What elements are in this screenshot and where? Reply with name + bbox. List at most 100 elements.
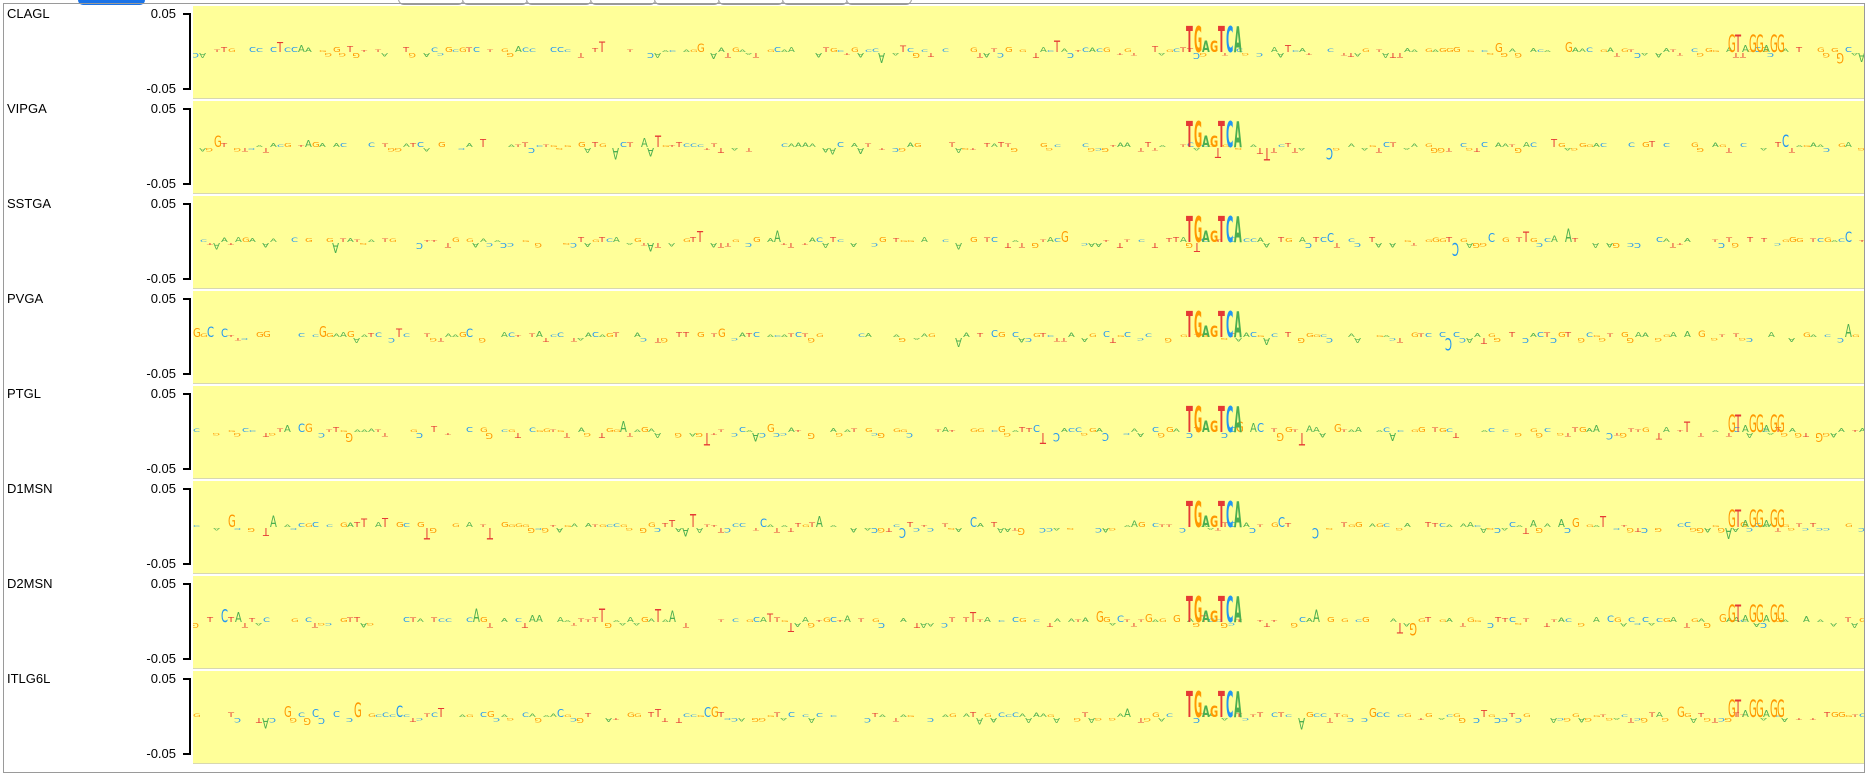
logo-area[interactable]: CGGGCCTGTACGCTTGGAAATTGCTTCGGCGTCGGTGTAG… (193, 386, 1864, 479)
logo-letter: T (1431, 523, 1439, 529)
logo-letter: G (697, 331, 705, 339)
logo-letter: C (744, 242, 752, 248)
logo-letter: T (549, 428, 557, 433)
motif-letter: A (1742, 614, 1749, 625)
track-clagl: CLAGL 0.05 -0.05 CATTGCCCTCCAAGGGGTGTTAT… (4, 4, 1864, 99)
logo-letter: A (254, 622, 262, 627)
logo-letter: C (802, 714, 809, 718)
logo-letter: C (570, 242, 577, 249)
logo-letter: T (1774, 141, 1782, 149)
logo-letter: A (417, 618, 425, 623)
logo-letter: A (1068, 331, 1075, 339)
logo-letter: G (1719, 144, 1727, 148)
logo-letter: T (662, 717, 670, 723)
logo-letter: G (1626, 335, 1634, 343)
logo-letter: A (745, 52, 752, 56)
logo-letter: A (1382, 50, 1389, 58)
logo-letter: A (1845, 322, 1852, 342)
sequence-logo-glyphs: G TC T A C GGCGC CC C G G C C C C CT CT C T A G C GCAGC AGA A C G… (193, 684, 1864, 732)
logo-letter: T (1788, 146, 1796, 154)
logo-letter: C (234, 717, 241, 724)
logo-letter: T (1424, 616, 1432, 624)
logo-letter: A (1544, 49, 1551, 53)
motif-letter: A (1202, 324, 1210, 342)
logo-letter: T (353, 521, 361, 529)
logo-letter: G (284, 143, 292, 149)
logo-letter: G (1017, 525, 1025, 536)
logo-letter: G (639, 526, 647, 534)
logo-letter: T (1494, 616, 1502, 624)
logo-letter: T (367, 333, 375, 339)
logo-letter: A (1360, 147, 1368, 151)
logo-letter: A (850, 526, 857, 534)
logo-letter: C (1397, 714, 1404, 718)
logo-letter: C (1600, 143, 1608, 149)
logo-letter: C (486, 242, 493, 247)
motif-letter: C (1226, 494, 1233, 536)
logo-letter: G (1710, 337, 1718, 341)
logo-letter: G (625, 527, 633, 531)
logo-letter: C (318, 715, 325, 724)
logo-letter: C (731, 337, 738, 342)
logo-letter: T (808, 521, 816, 529)
logo-letter: G (898, 147, 906, 152)
logo-letter: A (1859, 426, 1864, 433)
logo-letter: G (564, 145, 572, 148)
y-tick-bottom: -0.05 (146, 271, 176, 286)
logo-area[interactable]: AGGTGTCATACGTAGAACCTGGATCAGCATATTCCTGGGG… (193, 101, 1864, 194)
logo-area[interactable]: CAGCGTAACCGCCGATTATGCGTGGATTGGGGGCGTAGAA… (193, 481, 1864, 574)
logo-area[interactable]: GTCTATTACGCTGCGTTAGCTATCCCAGTACTAAAATTTT… (193, 576, 1864, 669)
logo-letter: C (1271, 333, 1278, 338)
logo-letter: C (1522, 336, 1529, 344)
logo-letter: A (1018, 337, 1025, 344)
logo-letter: T (1334, 242, 1341, 249)
logo-area[interactable]: CATTGCCCTCCAAGGGGTGTTATGACCGCGTCTGGACCCC… (193, 6, 1864, 99)
logo-letter: C (564, 49, 571, 53)
logo-letter: C (1124, 331, 1131, 339)
logo-area[interactable]: CTAATAGAAACGGATATGATGCTTTGGAACACCGGGCTAG… (193, 196, 1864, 289)
logo-letter: A (1858, 50, 1864, 64)
logo-letter: A (543, 714, 550, 717)
logo-letter: T (1375, 146, 1383, 154)
logo-letter: A (662, 49, 669, 53)
logo-area[interactable]: GGCCTTCGGCCGGAAGAATCCTCTGTAAGCGACTTATCCT… (193, 291, 1864, 384)
logo-letter: T (1669, 48, 1677, 53)
logo-letter: T (1040, 429, 1047, 447)
motif-letter: C (1226, 684, 1233, 726)
logo-letter: G (1563, 717, 1571, 722)
motif-letter: G (1777, 601, 1785, 628)
logo-letter: G (1859, 617, 1864, 623)
logo-letter: T (1718, 334, 1726, 338)
logo-letter: G (912, 51, 920, 59)
logo-letter: T (514, 431, 522, 439)
logo-letter: G (695, 432, 703, 438)
logo-letter: C (326, 524, 333, 528)
logo-letter: G (534, 241, 542, 249)
logo-letter: C (1822, 147, 1830, 153)
y-tick-bottom: -0.05 (146, 366, 176, 381)
logo-letter: C (1634, 240, 1641, 248)
logo-letter: A (654, 51, 661, 59)
logo-letter: G (1619, 431, 1627, 439)
logo-letter: T (864, 143, 872, 148)
logo-letter: C (1621, 713, 1628, 718)
logo-letter: T (1137, 619, 1145, 623)
logo-letter: G (527, 525, 535, 533)
logo-letter: A (536, 614, 543, 625)
logo-letter: T (654, 607, 661, 627)
logo-letter: A (583, 242, 591, 248)
logo-area[interactable]: GTCTACGGCGCCCCGGCCCCCTCTCTAGCGCAGCAGAACG… (193, 671, 1864, 764)
logo-letter: T (997, 141, 1005, 149)
logo-letter: C (1383, 711, 1390, 719)
logo-letter: C (1515, 717, 1522, 724)
logo-letter: G (1836, 50, 1844, 66)
logo-letter: T (591, 523, 599, 528)
logo-letter: C (1537, 331, 1544, 339)
logo-letter: G (1731, 242, 1739, 249)
motif-letter: T (1186, 589, 1193, 631)
logo-letter: T (1522, 618, 1530, 623)
logo-letter: T (1410, 242, 1418, 247)
logo-letter: A (809, 143, 817, 148)
logo-letter: G (947, 527, 955, 531)
logo-letter: C (1802, 527, 1809, 531)
